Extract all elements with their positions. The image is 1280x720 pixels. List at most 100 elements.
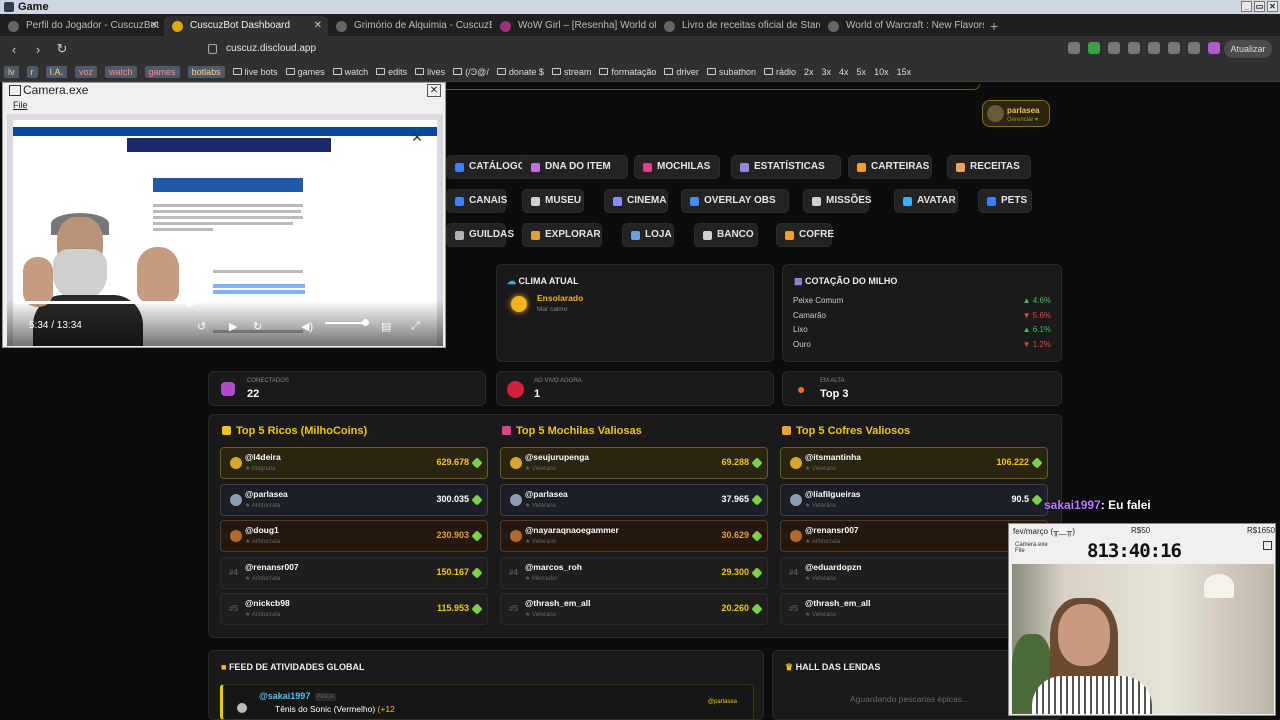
back-icon[interactable]: ‹ (4, 42, 24, 57)
play-icon[interactable]: ▶ (229, 320, 237, 333)
nav-museu[interactable]: MUSEU (522, 189, 584, 213)
nav-guildas[interactable]: GUILDAS (446, 223, 514, 247)
nav-loja[interactable]: LOJA (622, 223, 674, 247)
bookmark-item[interactable]: live bots (232, 67, 278, 77)
maximize-button[interactable]: ▭ (1254, 1, 1265, 12)
bookmark-item[interactable]: watch (105, 65, 137, 78)
tab-stardew[interactable]: Livro de receitas oficial de Stardew Val… (656, 16, 820, 36)
extension-icon[interactable] (1088, 42, 1100, 54)
bookmark-item[interactable]: games (285, 67, 325, 77)
ranking-row[interactable]: @nayaraqnaoegammer ★ Veterano 30.629 (500, 520, 768, 552)
nav-overlay-obs[interactable]: OVERLAY OBS (681, 189, 789, 213)
forward-icon[interactable]: › (28, 42, 48, 57)
file-menu[interactable]: File (13, 100, 28, 110)
volume-slider[interactable] (325, 319, 369, 326)
extension-icon[interactable] (1068, 42, 1080, 54)
bookmark-item[interactable]: lives (415, 67, 445, 77)
tab-grimorio[interactable]: Grimório de Alquimia - CuscuzBot (328, 16, 492, 36)
nav-pets[interactable]: PETS (978, 189, 1032, 213)
bookmark-item[interactable]: 3x (822, 67, 832, 77)
ranking-row[interactable]: @itsmantinha ★ Veterano 106.222 (780, 447, 1048, 479)
bookmark-item[interactable]: stream (551, 67, 591, 77)
webcam-close-button[interactable]: ✕ (1263, 541, 1272, 550)
camera-window[interactable]: Camera.exe ✕ File ✕ 5:34 / 13:34 ↺ ▶ ↻ ◀… (2, 82, 446, 348)
reload-icon[interactable]: ↻ (52, 41, 72, 57)
feed-user[interactable]: @sakai1997 (259, 691, 310, 701)
bookmark-item[interactable]: rádio (763, 67, 796, 77)
tab-close-icon[interactable]: ✕ (314, 16, 322, 36)
ranking-row[interactable]: @doug1 ★ Aristocrata 230.903 (220, 520, 488, 552)
progress-handle[interactable] (185, 298, 195, 307)
site-info-icon[interactable] (208, 44, 217, 54)
bookmark-item[interactable]: watch (332, 67, 368, 77)
extension-icon[interactable] (1188, 42, 1200, 54)
ranking-row[interactable]: #5 @nickcb98 ★ Aristocrata 115.953 (220, 593, 488, 625)
ranking-row[interactable]: @parlasea ★ Veterano 37.965 (500, 483, 768, 516)
ranking-row[interactable]: @parlasea ★ Aristocrata 300.035 (220, 483, 488, 516)
bookmark-item[interactable]: r (26, 65, 38, 78)
close-icon[interactable]: ✕ (411, 129, 423, 146)
bookmark-item[interactable]: I.A. (45, 65, 68, 78)
ranking-user: @renansr007 (805, 525, 859, 535)
nav-receitas[interactable]: RECEITAS (947, 155, 1031, 179)
bookmark-item[interactable]: driver (664, 67, 699, 77)
volume-icon[interactable]: ◀) (301, 320, 313, 333)
tab-close-icon[interactable]: ✕ (150, 16, 158, 36)
bookmark-item[interactable]: subathon (706, 67, 756, 77)
bookmark-item[interactable]: (/Ͽ@/ (453, 67, 489, 77)
bookmark-item[interactable]: formatação (599, 67, 656, 77)
new-tab-button[interactable]: + (984, 16, 1004, 36)
extension-icon[interactable] (1148, 42, 1160, 54)
extension-icon[interactable] (1208, 42, 1220, 54)
ranking-row[interactable]: @liafilgueiras ★ Veterano 90.5 (780, 483, 1048, 516)
bookmark-item[interactable]: voz (75, 65, 98, 78)
nav-mochilas[interactable]: MOCHILAS (634, 155, 720, 179)
close-button[interactable]: ✕ (1267, 1, 1278, 12)
nav-cinema[interactable]: CINEMA (604, 189, 668, 213)
minimize-button[interactable]: _ (1241, 1, 1252, 12)
bookmark-item[interactable]: 5x (857, 67, 867, 77)
ranking-row[interactable]: @seujurupenga ★ Veterano 69.288 (500, 447, 768, 479)
tab-wowgirl[interactable]: WoW Girl – [Resenha] World of Warcraft (492, 16, 656, 36)
rewind-icon[interactable]: ↺ (197, 320, 206, 333)
bookmark-item[interactable]: 10x (874, 67, 889, 77)
user-menu[interactable]: parlasea Gerenciar ▾ (982, 100, 1050, 127)
bookmark-item[interactable]: botlabs (187, 65, 225, 78)
extension-icon[interactable] (1128, 42, 1140, 54)
extension-icon[interactable] (1108, 42, 1120, 54)
ranking-row[interactable]: #4 @renansr007 ★ Aristocrata 150.167 (220, 556, 488, 589)
bookmark-item[interactable]: games (144, 65, 180, 78)
extension-icon[interactable] (1168, 42, 1180, 54)
tab-dashboard[interactable]: CuscuzBot Dashboard ✕ (164, 16, 328, 36)
bookmark-item[interactable]: 2x (804, 67, 814, 77)
fullscreen-icon[interactable]: ⤢ (411, 320, 420, 333)
bookmark-item[interactable]: donate $ (496, 67, 544, 77)
video-player[interactable]: ✕ 5:34 / 13:34 ↺ ▶ ↻ ◀) ▤ ⤢ (7, 114, 443, 346)
ranking-row[interactable]: #5 @thrash_em_all ★ Veterano 20.260 (500, 593, 768, 625)
ranking-row[interactable]: @l4deira ★ Magnata 629.678 (220, 447, 488, 479)
nav-cofre[interactable]: COFRE (776, 223, 834, 247)
video-progress[interactable] (15, 298, 435, 307)
tab-wow[interactable]: World of Warcraft : New Flavors of Azero… (820, 16, 984, 36)
captions-icon[interactable]: ▤ (381, 320, 391, 333)
url-field[interactable]: cuscuz.discloud.app (200, 41, 780, 57)
nav-avatar[interactable]: AVATAR (894, 189, 958, 213)
camera-close-button[interactable]: ✕ (427, 84, 441, 97)
ranking-row[interactable]: #4 @marcos_roh ★ Mercador 29.300 (500, 556, 768, 589)
nav-carteiras[interactable]: CARTEIRAS (848, 155, 932, 179)
bookmark-item[interactable]: edits (376, 67, 407, 77)
nav-missões[interactable]: MISSÕES (803, 189, 872, 213)
forward-icon[interactable]: ↻ (253, 320, 262, 333)
nav-explorar[interactable]: EXPLORAR (522, 223, 602, 247)
nav-dna-do-item[interactable]: DNA DO ITEM (522, 155, 628, 179)
nav-catálogo[interactable]: CATÁLOGO (446, 155, 532, 179)
webcam-window[interactable]: fev/março (╥﹏╥) R$50 R$1650 Camera.exe Fi… (1008, 523, 1276, 716)
bookmark-item[interactable]: 15x (897, 67, 912, 77)
update-button[interactable]: Atualizar (1224, 40, 1272, 58)
tab-perfil[interactable]: Perfil do Jogador - CuscuzBot ✕ (0, 16, 164, 36)
nav-banco[interactable]: BANCO (694, 223, 758, 247)
bookmark-item[interactable]: lv (4, 65, 19, 78)
nav-canais[interactable]: CANAIS (446, 189, 507, 213)
nav-estatísticas[interactable]: ESTATÍSTICAS (731, 155, 841, 179)
bookmark-item[interactable]: 4x (839, 67, 849, 77)
